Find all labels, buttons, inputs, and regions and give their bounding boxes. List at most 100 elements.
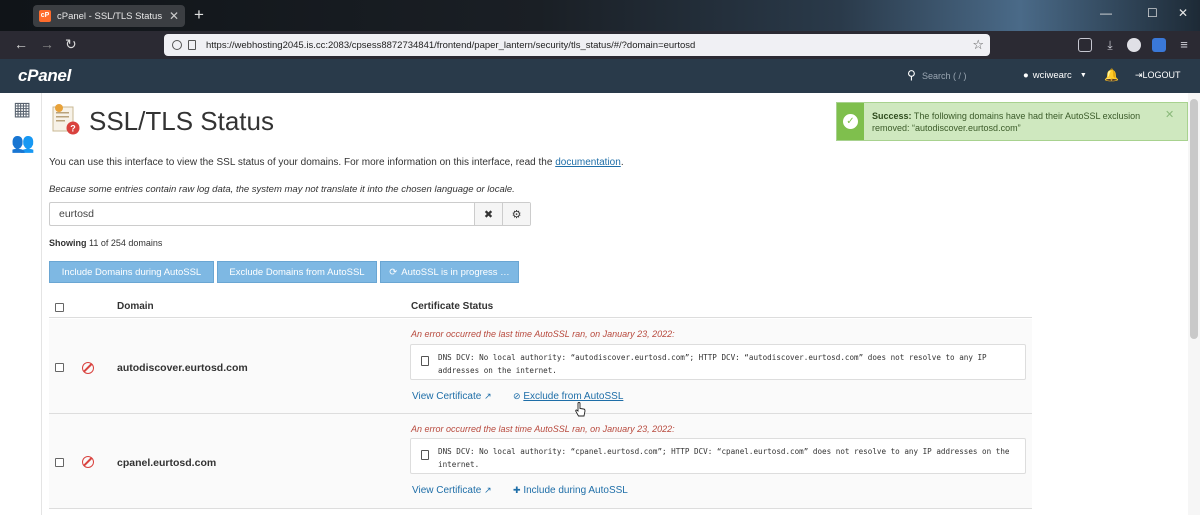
clear-icon: ✖ (483, 208, 494, 221)
col-domain: Domain (117, 301, 154, 312)
external-link-icon: ↗ (484, 485, 492, 495)
intro-body: You can use this interface to view the S… (49, 157, 556, 168)
alert-close-icon[interactable]: ✕ (1165, 108, 1174, 121)
alert-message: The following domains have had their Aut… (872, 111, 1141, 133)
check-circle-icon: ✓ (843, 114, 858, 129)
browser-tab-strip: cP cPanel - SSL/TLS Status ✕ + — ☐ ✕ (0, 0, 1200, 31)
ssl-certificate-icon: ? (52, 104, 80, 135)
include-domains-button[interactable]: Include Domains during AutoSSL (49, 261, 214, 283)
scrollbar-thumb[interactable] (1190, 99, 1198, 339)
logout-label: LOGOUT (1142, 70, 1181, 80)
documentation-link[interactable]: documentation (555, 157, 621, 168)
user-icon: ● (1023, 70, 1029, 81)
cpanel-logo[interactable]: cPanel (18, 66, 71, 86)
error-message-box: DNS DCV: No local authority: “autodiscov… (410, 344, 1026, 380)
table-row: autodiscover.eurtosd.com An error occurr… (49, 319, 1032, 414)
clear-filter-button[interactable]: ✖ (474, 203, 502, 225)
error-message: DNS DCV: No local authority: “autodiscov… (438, 353, 987, 375)
forward-icon[interactable]: → (40, 36, 54, 52)
downloads-icon[interactable]: ⤓ (1103, 38, 1117, 52)
alert-text: Success: The following domains have had … (872, 110, 1172, 134)
error-title: An error occurred the last time AutoSSL … (411, 329, 675, 339)
autossl-progress-button[interactable]: ⟳ AutoSSL is in progress … (380, 261, 519, 283)
row-domain: autodiscover.eurtosd.com (117, 362, 248, 374)
row-checkbox[interactable] (55, 363, 64, 372)
minimize-icon[interactable]: — (1100, 6, 1112, 20)
search-icon: ⚲ (907, 68, 916, 82)
lock-icon[interactable] (188, 40, 196, 50)
error-title: An error occurred the last time AutoSSL … (411, 424, 675, 434)
view-certificate-link[interactable]: View Certificate ↗ (412, 485, 492, 496)
include-during-autossl-link[interactable]: ✚ Include during AutoSSL (513, 485, 628, 496)
error-ban-icon (82, 456, 94, 468)
autossl-progress-label: AutoSSL is in progress … (401, 266, 510, 278)
bookmark-star-icon[interactable]: ☆ (972, 37, 984, 53)
close-tab-icon[interactable]: ✕ (169, 10, 179, 22)
notifications-bell-icon[interactable]: 🔔 (1104, 68, 1119, 82)
showing-value: 11 of 254 domains (89, 238, 163, 248)
exclude-from-autossl-link[interactable]: ⊘ Exclude from AutoSSL (513, 391, 623, 402)
table-row: cpanel.eurtosd.com An error occurred the… (49, 414, 1032, 509)
plus-icon: ✚ (513, 485, 521, 495)
hand-cursor-icon (575, 402, 586, 417)
domain-filter: ✖ ⚙ (49, 202, 531, 226)
document-icon (421, 450, 429, 460)
new-tab-icon[interactable]: + (194, 6, 204, 24)
reload-icon[interactable]: ↻ (65, 36, 77, 52)
table-header: Domain Certificate Status (49, 297, 1032, 318)
username: wciwearc (1032, 70, 1072, 81)
url-text[interactable]: https://webhosting2045.is.cc:2083/cpsess… (206, 40, 972, 51)
close-window-icon[interactable]: ✕ (1178, 6, 1188, 20)
menu-icon[interactable]: ≡ (1177, 38, 1191, 52)
success-alert: ✓ Success: The following domains have ha… (836, 102, 1188, 141)
exclude-from-autossl-label: Exclude from AutoSSL (523, 391, 624, 402)
include-during-autossl-label: Include during AutoSSL (523, 485, 628, 496)
search-input[interactable] (922, 66, 1006, 86)
exclude-domains-button[interactable]: Exclude Domains from AutoSSL (217, 261, 377, 283)
error-ban-icon (82, 362, 94, 374)
account-icon[interactable] (1127, 38, 1141, 52)
refresh-icon: ⟳ (389, 266, 398, 278)
cpanel-favicon-icon: cP (39, 10, 51, 22)
view-certificate-label: View Certificate (412, 391, 482, 402)
browser-toolbar: ← → ↻ https://webhosting2045.is.cc:2083/… (0, 31, 1200, 59)
cpanel-sidebar: ▦ 👥 (0, 93, 42, 515)
document-icon (421, 356, 429, 366)
ban-icon: ⊘ (513, 391, 521, 401)
maximize-icon[interactable]: ☐ (1147, 6, 1158, 20)
error-message: DNS DCV: No local authority: “cpanel.eur… (438, 447, 1010, 469)
row-domain: cpanel.eurtosd.com (117, 457, 217, 469)
users-icon[interactable]: 👥 (11, 133, 35, 155)
shield-icon[interactable] (172, 40, 182, 50)
intro-end: . (620, 157, 624, 168)
translation-note: Because some entries contain raw log dat… (49, 184, 515, 195)
external-link-icon: ↗ (484, 391, 492, 401)
view-certificate-link[interactable]: View Certificate ↗ (412, 391, 492, 402)
intro-text: You can use this interface to view the S… (49, 157, 624, 168)
extension-icon[interactable] (1152, 38, 1166, 52)
logout-button[interactable]: ⇥LOGOUT (1135, 70, 1181, 81)
domain-filter-input[interactable] (50, 203, 474, 225)
grid-apps-icon[interactable]: ▦ (11, 99, 33, 121)
filter-settings-button[interactable]: ⚙ (502, 203, 530, 225)
page-scrollbar[interactable] (1188, 93, 1200, 515)
user-menu[interactable]: ● wciwearc ▼ (1023, 70, 1087, 81)
browser-tab[interactable]: cP cPanel - SSL/TLS Status ✕ (33, 5, 185, 27)
showing-count: Showing 11 of 254 domains (49, 238, 162, 248)
tab-title: cPanel - SSL/TLS Status (57, 10, 163, 22)
page-title: SSL/TLS Status (89, 106, 274, 136)
caret-down-icon: ▼ (1079, 72, 1087, 79)
back-icon[interactable]: ← (14, 36, 28, 52)
pocket-icon[interactable] (1078, 38, 1092, 52)
svg-text:?: ? (70, 124, 76, 134)
showing-label: Showing (49, 238, 87, 248)
alert-title: Success: (872, 111, 912, 121)
logout-icon: ⇥ (1135, 70, 1143, 80)
col-certificate-status: Certificate Status (411, 301, 494, 312)
view-certificate-label: View Certificate (412, 485, 482, 496)
cpanel-header: cPanel ⚲ ● wciwearc ▼ 🔔 ⇥LOGOUT (0, 59, 1200, 93)
select-all-checkbox[interactable] (55, 303, 64, 312)
row-checkbox[interactable] (55, 458, 64, 467)
alert-icon-box: ✓ (837, 103, 864, 140)
address-bar[interactable]: https://webhosting2045.is.cc:2083/cpsess… (164, 34, 990, 56)
